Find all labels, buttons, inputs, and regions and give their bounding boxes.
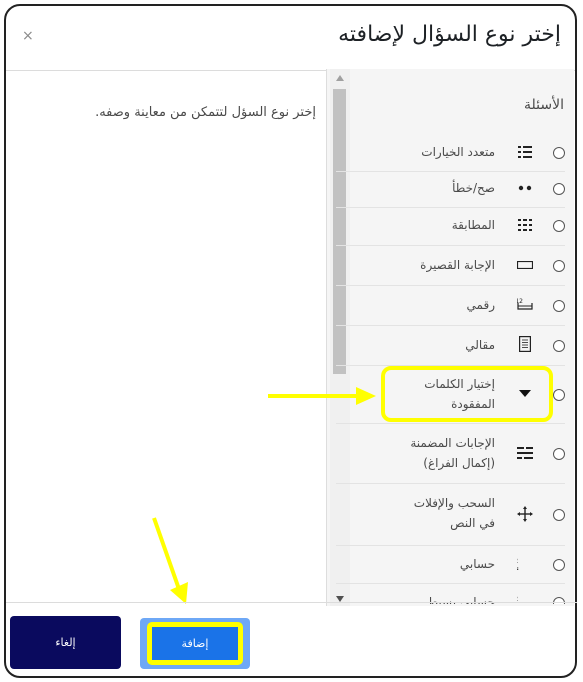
option-label: مقالي bbox=[465, 338, 495, 352]
cloze-icon bbox=[517, 445, 533, 461]
radio-button[interactable] bbox=[553, 220, 565, 232]
dialog-header: إختر نوع السؤال لإضافته × bbox=[6, 6, 575, 71]
calculated-icon: 2+2=? bbox=[517, 556, 533, 572]
radio-button[interactable] bbox=[553, 260, 565, 272]
arrow-down-icon bbox=[152, 517, 188, 604]
option-multichoice[interactable]: متعدد الخيارات bbox=[336, 136, 565, 172]
dialog-title: إختر نوع السؤال لإضافته bbox=[338, 22, 561, 47]
radio-button[interactable] bbox=[553, 448, 565, 460]
dots-icon bbox=[517, 180, 533, 196]
option-label: الإجابة القصيرة bbox=[420, 258, 495, 272]
option-shortanswer[interactable]: الإجابة القصيرة bbox=[336, 246, 565, 286]
scroll-up-arrow-icon[interactable] bbox=[336, 75, 344, 81]
option-label: المطابقة bbox=[451, 218, 495, 232]
list-icon bbox=[517, 144, 533, 160]
highlight-box bbox=[381, 366, 553, 422]
option-match[interactable]: المطابقة bbox=[336, 208, 565, 246]
drag-move-icon bbox=[517, 506, 533, 522]
option-multianswer[interactable]: الإجابات المضمنة (إكمال الفراغ) bbox=[336, 424, 565, 484]
option-calculatedsimple[interactable]: 2+2=? حسابي بسيط bbox=[336, 584, 565, 604]
option-label: حسابي bbox=[459, 557, 495, 571]
add-button[interactable]: إضافة bbox=[147, 622, 243, 665]
radio-button[interactable] bbox=[553, 340, 565, 352]
option-essay[interactable]: مقالي bbox=[336, 326, 565, 366]
radio-button[interactable] bbox=[553, 559, 565, 571]
radio-button[interactable] bbox=[553, 147, 565, 159]
option-label: الإجابات المضمنة (إكمال الفراغ) bbox=[410, 436, 495, 470]
arrow-right-icon bbox=[268, 387, 376, 405]
radio-button[interactable] bbox=[553, 300, 565, 312]
close-icon[interactable]: × bbox=[22, 28, 34, 44]
radio-button[interactable] bbox=[553, 183, 565, 195]
option-truefalse[interactable]: صح/خطأ bbox=[336, 172, 565, 208]
group-label: الأسئلة bbox=[524, 97, 564, 113]
option-ddwtos[interactable]: السحب والإفلات في النص bbox=[336, 484, 565, 546]
option-label: رقمي bbox=[466, 298, 495, 312]
option-label: متعدد الخيارات bbox=[421, 145, 495, 159]
radio-button[interactable] bbox=[553, 389, 565, 401]
short-answer-icon bbox=[517, 257, 533, 273]
option-calculated[interactable]: 2+2=? حسابي bbox=[336, 546, 565, 584]
option-label: صح/خطأ bbox=[452, 181, 495, 195]
match-list-icon bbox=[517, 217, 533, 233]
essay-icon bbox=[517, 336, 533, 352]
svg-text:=?: =? bbox=[517, 565, 519, 572]
option-numerical[interactable]: 12 رقمي bbox=[336, 286, 565, 326]
cancel-button[interactable]: إلغاء bbox=[10, 616, 121, 669]
option-label: السحب والإفلات في النص bbox=[413, 496, 495, 530]
type-description: إختر نوع السؤل لتتمكن من معاينة وصفه. bbox=[95, 105, 316, 120]
radio-button[interactable] bbox=[553, 509, 565, 521]
numeric-icon: 12 bbox=[517, 296, 533, 312]
svg-text:2+2: 2+2 bbox=[517, 557, 518, 565]
